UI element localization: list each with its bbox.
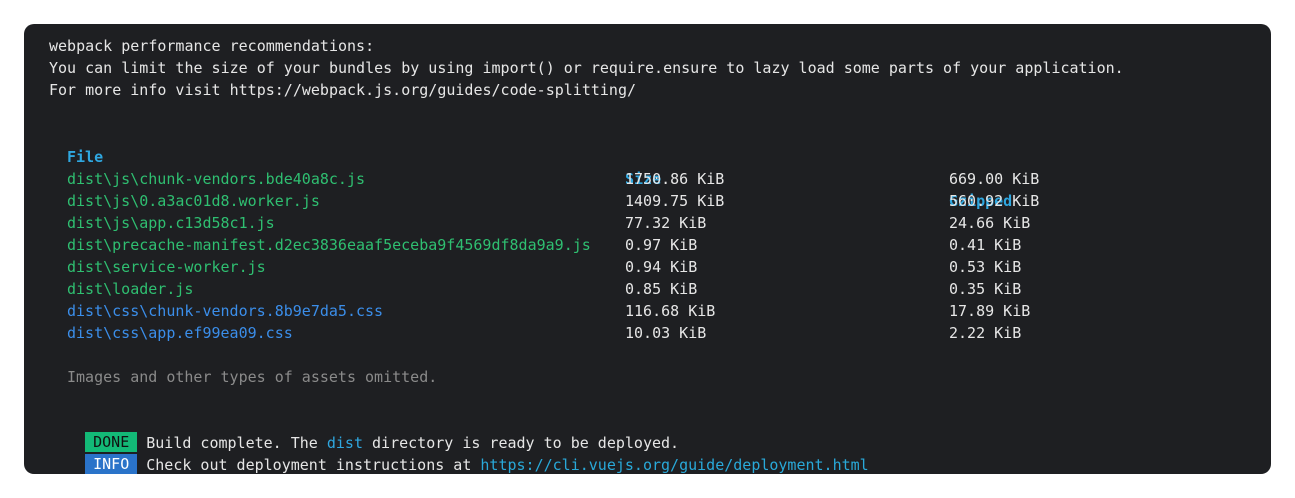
assets-omitted-note: Images and other types of assets omitted… [67,368,438,386]
table-row: dist\precache-manifest.d2ec3836eaaf5eceb… [67,234,1217,256]
file-name: dist\service-worker.js [67,258,266,276]
file-name: dist\js\chunk-vendors.bde40a8c.js [67,170,366,188]
terminal-output: webpack performance recommendations: You… [24,24,1271,474]
file-size: 0.97 KiB [625,236,698,254]
table-body: dist\js\chunk-vendors.bde40a8c.js 1750.86… [67,168,1217,344]
file-gzipped-size: 2.22 KiB [949,324,1022,342]
file-name: dist\css\chunk-vendors.8b9e7da5.css [67,302,384,320]
table-row: dist\css\app.ef99ea09.css 10.03 KiB 2.22 K… [67,322,1217,344]
table-header: File Size Gzipped [67,124,1217,210]
file-size: 1750.86 KiB [625,170,725,188]
file-gzipped-size: 17.89 KiB [949,302,1031,320]
perf-heading: webpack performance recommendations: [49,37,375,55]
file-size: 1409.75 KiB [625,192,725,210]
table-row: dist\js\chunk-vendors.bde40a8c.js 1750.86… [67,168,1217,190]
file-gzipped-size: 560.92 KiB [949,192,1040,210]
file-size: 0.94 KiB [625,258,698,276]
table-row: dist\loader.js 0.85 KiB 0.35 KiB [67,278,1217,300]
file-name: dist\js\0.a3ac01d8.worker.js [67,192,320,210]
status-info-line: INFO Check out deployment instructions at… [49,432,869,498]
file-gzipped-size: 0.41 KiB [949,236,1022,254]
asset-table: File Size Gzipped dist\js\chunk-vendors.… [67,124,1217,388]
file-name: dist\precache-manifest.d2ec3836eaaf5eceb… [67,236,591,254]
file-gzipped-size: 0.53 KiB [949,258,1022,276]
file-name: dist\js\app.c13d58c1.js [67,214,275,232]
deployment-link[interactable]: https://cli.vuejs.org/guide/deployment.h… [480,456,868,474]
perf-recommendation: You can limit the size of your bundles b… [49,59,1124,77]
table-row: dist\js\0.a3ac01d8.worker.js 1409.75 KiB 5… [67,190,1217,212]
file-size: 10.03 KiB [625,324,707,342]
file-name: dist\css\app.ef99ea09.css [67,324,293,342]
info-badge: INFO [85,454,138,474]
file-gzipped-size: 669.00 KiB [949,170,1040,188]
info-message-prefix: Check out deployment instructions at [146,456,481,474]
table-row: dist\service-worker.js 0.94 KiB 0.53 KiB [67,256,1217,278]
table-row: dist\js\app.c13d58c1.js 77.32 KiB 24.66 Ki… [67,212,1217,234]
file-gzipped-size: 24.66 KiB [949,214,1031,232]
perf-more-info: For more info visit https://webpack.js.o… [49,81,636,99]
file-size: 0.85 KiB [625,280,698,298]
table-row: dist\css\chunk-vendors.8b9e7da5.css 116.6… [67,300,1217,322]
table-spacer [67,146,1217,168]
file-size: 77.32 KiB [625,214,707,232]
file-gzipped-size: 0.35 KiB [949,280,1022,298]
file-name: dist\loader.js [67,280,194,298]
table-spacer [67,344,1217,366]
file-size: 116.68 KiB [625,302,716,320]
